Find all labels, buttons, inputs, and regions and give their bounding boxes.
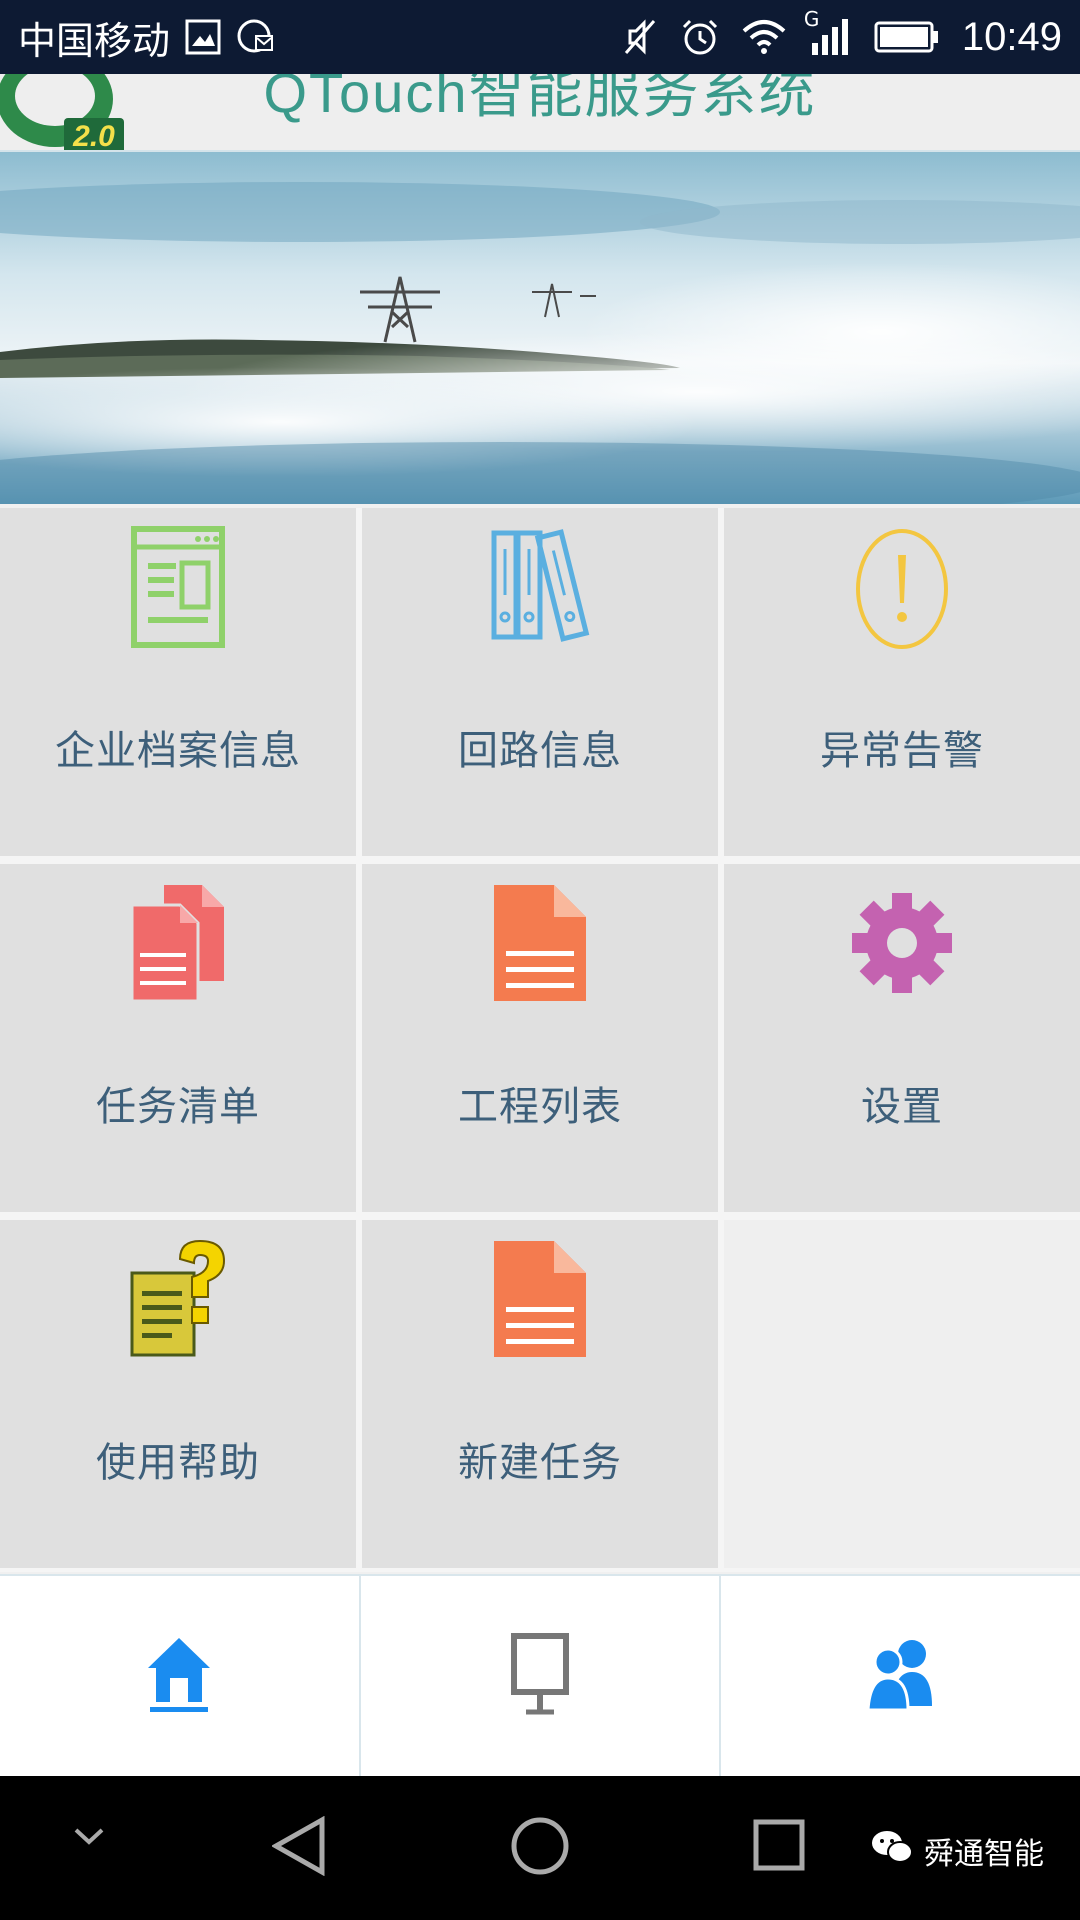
- back-triangle-icon: [270, 1815, 326, 1880]
- menu-settings[interactable]: 设置: [724, 864, 1080, 1212]
- file-icon: [485, 1234, 595, 1364]
- menu-label: 企业档案信息: [55, 728, 301, 774]
- documents-icon: [123, 878, 233, 1008]
- app-header: 2.0 QTouch智能服务系统: [0, 74, 1080, 152]
- empty-tile: [724, 1220, 1080, 1568]
- watermark: 舜通智能: [870, 1828, 1044, 1874]
- presentation-icon: [508, 1632, 572, 1720]
- help-document-icon: [123, 1234, 233, 1364]
- wechat-icon: [870, 1828, 914, 1874]
- menu-grid: 企业档案信息 回路信息 异常告警 任务清单 工程列表 设置 使用帮助 新建任务: [0, 508, 1080, 1572]
- image-icon: [184, 18, 222, 56]
- bottom-tab-bar: [0, 1574, 1080, 1776]
- menu-project-list[interactable]: 工程列表: [362, 864, 718, 1212]
- back-button[interactable]: [270, 1815, 326, 1880]
- menu-help[interactable]: 使用帮助: [0, 1220, 356, 1568]
- menu-alarm[interactable]: 异常告警: [724, 508, 1080, 856]
- notification-icon: [236, 18, 276, 56]
- mute-icon: [622, 17, 658, 57]
- hide-nav-button[interactable]: [72, 1826, 106, 1850]
- menu-label: 任务清单: [96, 1084, 260, 1130]
- home-nav-button[interactable]: [510, 1816, 570, 1880]
- file-icon: [485, 878, 595, 1008]
- clock: 10:49: [961, 14, 1062, 59]
- square-recents-icon: [752, 1818, 806, 1876]
- alert-icon: [847, 522, 957, 652]
- watermark-text: 舜通智能: [924, 1837, 1044, 1872]
- binders-icon: [485, 522, 595, 652]
- users-icon: [866, 1636, 936, 1716]
- wifi-icon: [742, 19, 786, 55]
- app-title: QTouch智能服务系统: [263, 74, 817, 124]
- gear-icon: [847, 878, 957, 1008]
- menu-label: 工程列表: [458, 1084, 622, 1130]
- alarm-icon: [680, 17, 720, 57]
- menu-label: 异常告警: [820, 728, 984, 774]
- menu-task-list[interactable]: 任务清单: [0, 864, 356, 1212]
- recents-button[interactable]: [752, 1818, 806, 1876]
- chevron-down-icon: [72, 1826, 106, 1850]
- menu-label: 新建任务: [458, 1440, 622, 1486]
- home-icon: [144, 1634, 214, 1718]
- tab-screen[interactable]: [361, 1576, 722, 1776]
- network-type: G: [803, 7, 820, 31]
- menu-enterprise-archive[interactable]: 企业档案信息: [0, 508, 356, 856]
- status-bar: 中国移动 G 10:49: [0, 0, 1080, 74]
- circle-home-icon: [510, 1816, 570, 1880]
- menu-new-task[interactable]: 新建任务: [362, 1220, 718, 1568]
- menu-label: 设置: [861, 1084, 943, 1130]
- signal-icon: G: [804, 7, 852, 57]
- carrier-name: 中国移动: [18, 18, 171, 63]
- menu-circuit-info[interactable]: 回路信息: [362, 508, 718, 856]
- document-form-icon: [123, 522, 233, 652]
- battery-icon: [874, 20, 940, 54]
- menu-label: 使用帮助: [96, 1440, 260, 1486]
- tab-users[interactable]: [721, 1576, 1080, 1776]
- tab-home[interactable]: [0, 1576, 361, 1776]
- system-nav-bar: 舜通智能: [0, 1776, 1080, 1920]
- menu-label: 回路信息: [458, 728, 622, 774]
- banner-image: [0, 152, 1080, 504]
